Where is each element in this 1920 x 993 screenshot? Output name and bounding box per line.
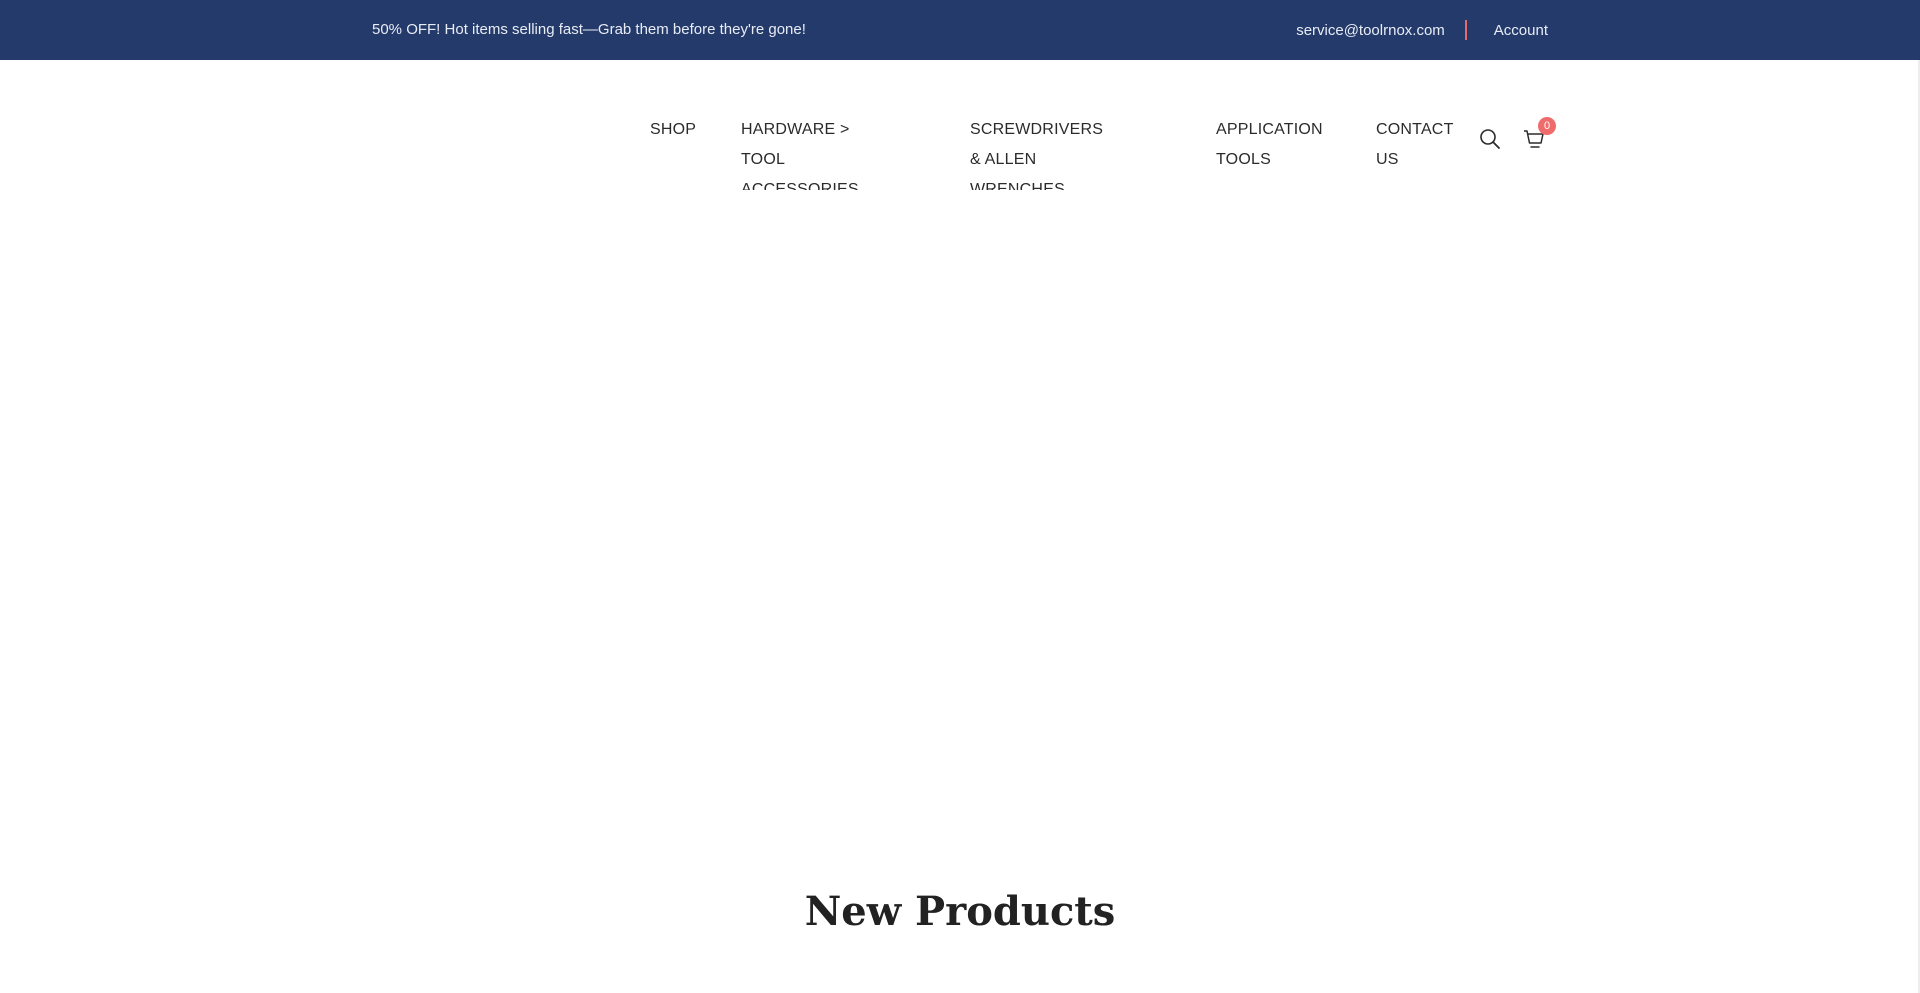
search-icon[interactable] bbox=[1478, 127, 1508, 157]
hero-banner bbox=[0, 190, 1920, 850]
promo-text: 50% OFF! Hot items selling fast—Grab the… bbox=[372, 21, 806, 38]
nav-item-label-line2: TOOLS bbox=[1216, 151, 1271, 168]
account-link[interactable]: Account bbox=[1494, 22, 1548, 39]
cart-count-badge: 0 bbox=[1538, 117, 1556, 135]
nav-item-label-line1: APPLICATION bbox=[1216, 121, 1323, 138]
nav-item-application-tools[interactable]: APPLICATION TOOLS bbox=[1216, 115, 1323, 175]
nav-item-label-line1: SCREWDRIVERS & ALLEN bbox=[970, 121, 1104, 168]
nav-item-label-line1: HARDWARE > TOOL bbox=[741, 121, 850, 168]
nav-item-label: SHOP bbox=[650, 121, 697, 138]
email-link[interactable]: service@toolrnox.com bbox=[1296, 22, 1445, 39]
section-title: New Products bbox=[804, 888, 1116, 935]
announcement-bar: 50% OFF! Hot items selling fast—Grab the… bbox=[0, 0, 1920, 60]
site-header: SHOP HARDWARE > TOOL ACCESSORIES SCREWDR… bbox=[0, 60, 1920, 198]
topbar-links: service@toolrnox.com Account bbox=[1296, 0, 1548, 60]
nav-item-label-line2: US bbox=[1376, 151, 1399, 168]
nav-item-contact-us[interactable]: CONTACT US bbox=[1376, 115, 1454, 175]
topbar-separator bbox=[1464, 20, 1467, 40]
nav-item-shop[interactable]: SHOP bbox=[650, 115, 696, 145]
nav-item-label-line1: CONTACT bbox=[1376, 121, 1454, 138]
cart-button[interactable]: 0 bbox=[1522, 117, 1556, 157]
